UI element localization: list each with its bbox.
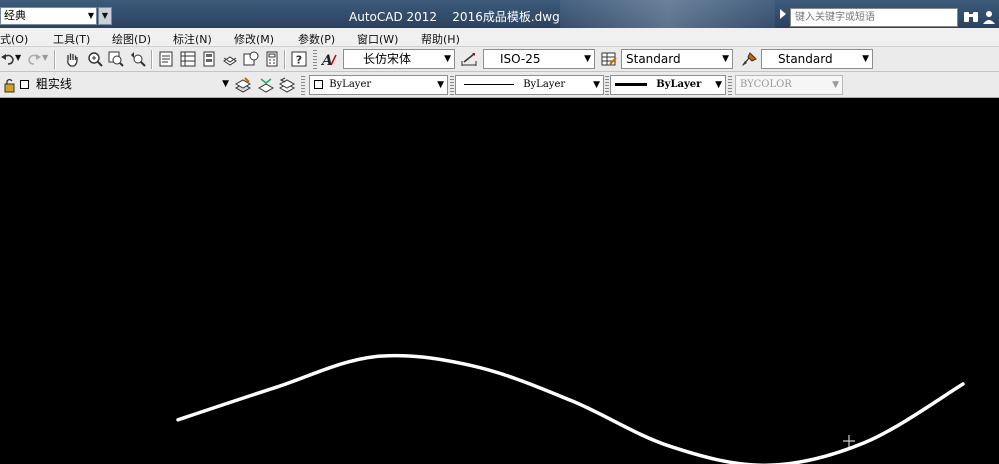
chevron-down-icon[interactable]: ▼ [15,53,21,62]
menu-help[interactable]: 帮助(H) [421,31,460,47]
chevron-down-icon: ▼ [722,54,729,64]
layers-properties-toolbar: 粗实线 ▼ ByLayer ▼ ByLayer ▼ ByLayer ▼ BYCO… [0,72,999,98]
toolbar-grip[interactable] [450,76,454,95]
zoom-realtime-icon[interactable] [87,51,103,67]
quick-access-dropdown-button[interactable]: ▼ [98,7,112,25]
chevron-down-icon: ▼ [715,80,722,90]
design-center-icon[interactable] [180,51,196,67]
multileader-style-value: Standard [778,52,833,66]
toolbar-grip[interactable] [301,76,305,95]
toolbar-separator [54,50,56,69]
layer-select[interactable]: 粗实线 ▼ [16,75,232,95]
plotstyle-control-select[interactable]: BYCOLOR ▼ [735,75,843,95]
chevron-down-icon: ▼ [593,80,600,90]
lineweight-value: ByLayer [656,79,702,90]
menu-tools[interactable]: 工具(T) [53,31,90,47]
menu-bar: 式(O) 工具(T) 绘图(D) 标注(N) 修改(M) 参数(P) 窗口(W)… [0,28,999,47]
window-title: AutoCAD 2012 2016成品模板.dwg [349,10,560,24]
menu-draw[interactable]: 绘图(D) [112,31,151,47]
layer-name-value: 粗实线 [35,77,72,91]
toolbar-grip[interactable] [605,76,609,95]
chevron-down-icon: ▼ [87,11,94,20]
table-style-icon[interactable] [601,51,617,67]
undo-icon[interactable] [0,51,16,67]
toolbar-separator [151,50,153,69]
layer-previous-icon[interactable] [279,77,295,93]
dimension-style-value: ISO-25 [500,52,541,66]
table-style-select[interactable]: Standard ▼ [621,49,733,69]
tool-palettes-icon[interactable] [201,51,217,67]
chevron-down-icon: ▼ [222,79,229,89]
lineweight-preview [615,83,647,86]
ucs-cursor-icon [843,435,855,447]
chevron-down-icon: ▼ [437,80,444,90]
layer-color-swatch [20,80,29,89]
zoom-window-icon[interactable] [108,51,124,67]
drawing-canvas[interactable] [0,98,999,464]
linetype-preview [464,84,514,85]
lineweight-control-select[interactable]: ByLayer ▼ [610,75,726,95]
text-style-value: 长仿宋体 [363,52,412,66]
menu-dimension[interactable]: 标注(N) [173,31,212,47]
chevron-down-icon: ▼ [444,54,451,64]
text-style-select[interactable]: 长仿宋体 ▼ [343,49,455,69]
spline-curve[interactable] [176,353,965,464]
plotstyle-value: BYCOLOR [740,79,792,90]
search-expand-icon[interactable] [780,9,786,19]
dimension-style-select[interactable]: ISO-25 ▼ [483,49,595,69]
menu-modify[interactable]: 修改(M) [234,31,274,47]
make-current-layer-icon[interactable] [258,77,274,93]
title-bar: 经典 ▼ ▼ AutoCAD 2012 2016成品模板.dwg 键入关键字或短… [0,0,999,28]
multileader-style-select[interactable]: Standard ▼ [761,49,873,69]
redo-icon[interactable] [26,51,42,67]
menu-format[interactable]: 式(O) [0,31,28,47]
dimension-style-icon[interactable] [461,51,477,67]
menu-window[interactable]: 窗口(W) [357,31,398,47]
color-control-select[interactable]: ByLayer ▼ [309,75,448,95]
binoculars-icon[interactable] [963,9,979,25]
help-icon[interactable]: ? [291,51,307,67]
workspace-value: 经典 [4,9,26,22]
table-style-value: Standard [626,52,681,66]
linetype-value: ByLayer [523,79,566,90]
layer-manager-icon[interactable] [235,77,251,93]
chevron-down-icon: ▼ [101,11,109,20]
toolbar-grip[interactable] [313,50,317,69]
standard-toolbar: ▼ ▼ ? A 长仿宋体 ▼ ISO-25 ▼ Standard ▼ Stand… [0,47,999,72]
color-value: ByLayer [329,79,372,90]
chevron-down-icon: ▼ [862,54,869,64]
text-style-icon[interactable]: A [321,51,337,67]
properties-icon[interactable] [158,51,174,67]
pan-hand-icon[interactable] [64,51,80,67]
markup-set-manager-icon[interactable] [243,51,259,67]
color-swatch [314,80,323,89]
sheet-set-manager-icon[interactable] [222,51,238,67]
search-input[interactable]: 键入关键字或短语 [790,8,958,27]
user-center-icon[interactable] [981,9,997,25]
chevron-down-icon: ▼ [584,54,591,64]
chevron-down-icon[interactable]: ▼ [42,53,48,62]
svg-text:?: ? [296,54,302,67]
workspace-select[interactable]: 经典 ▼ [0,7,97,25]
multileader-style-icon[interactable] [741,51,757,67]
linetype-control-select[interactable]: ByLayer ▼ [455,75,604,95]
zoom-previous-icon[interactable] [130,51,146,67]
toolbar-separator [284,50,286,69]
quick-calc-icon[interactable] [264,51,280,67]
toolbar-grip[interactable] [728,76,732,95]
menu-parametric[interactable]: 参数(P) [298,31,335,47]
title-bar-glass [560,0,775,28]
chevron-down-icon: ▼ [832,80,839,90]
